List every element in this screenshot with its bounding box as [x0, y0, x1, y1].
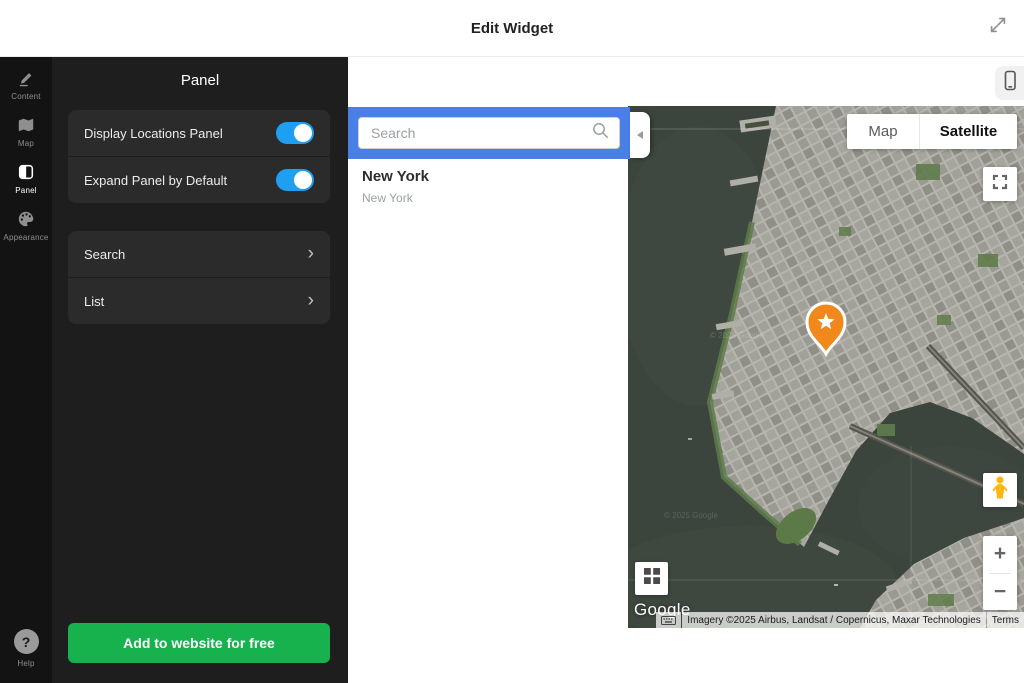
- chevron-right-icon: ›: [308, 291, 314, 310]
- location-marker[interactable]: [803, 301, 849, 359]
- zoom-in-button[interactable]: +: [983, 536, 1017, 573]
- expand-panel-by-default-toggle[interactable]: [276, 169, 314, 191]
- toggle-card: Display Locations Panel Expand Panel by …: [68, 110, 330, 203]
- location-title: New York: [362, 168, 429, 185]
- terms-link[interactable]: Terms: [987, 612, 1024, 628]
- map-type-switch: Map Satellite: [847, 114, 1017, 149]
- top-bar: Edit Widget: [0, 0, 1024, 57]
- location-list-item[interactable]: New York New York: [362, 168, 429, 205]
- search-icon: [592, 122, 609, 144]
- search-highlight-band: [348, 107, 630, 159]
- fullscreen-icon: [992, 174, 1008, 195]
- map-icon: [17, 116, 35, 134]
- map-watermark: © 2025 Google: [664, 511, 718, 520]
- map-view-button[interactable]: Map: [847, 114, 920, 149]
- panel-icon: [17, 163, 35, 181]
- icon-sidebar: Content Map Panel: [0, 57, 52, 683]
- imagery-credit: Imagery ©2025 Airbus, Landsat / Copernic…: [682, 612, 985, 628]
- diagonal-resize-icon: [987, 14, 1009, 41]
- sidebar-item-label: Appearance: [3, 233, 48, 242]
- keyboard-shortcuts-button[interactable]: [656, 612, 681, 628]
- collapse-panel-button[interactable]: [630, 112, 650, 158]
- question-mark-icon: ?: [14, 629, 39, 654]
- panel-settings-title: Panel: [52, 72, 348, 89]
- location-subtitle: New York: [362, 191, 429, 205]
- search-box[interactable]: [358, 117, 620, 149]
- link-label: Search: [84, 247, 125, 262]
- add-to-website-button[interactable]: Add to website for free: [68, 623, 330, 663]
- panel-settings: Panel Display Locations Panel Expand Pan…: [52, 57, 348, 683]
- toggle-label: Expand Panel by Default: [84, 173, 227, 188]
- zoom-control: + −: [983, 536, 1017, 610]
- map-canvas[interactable]: © 2025 Google © 2025 Google Map Satellit…: [628, 106, 1024, 628]
- search-settings-row[interactable]: Search ›: [68, 231, 330, 277]
- page-title: Edit Widget: [471, 20, 553, 37]
- chevron-right-icon: ›: [308, 244, 314, 263]
- palette-icon: [17, 210, 35, 228]
- triangle-left-icon: [637, 131, 643, 139]
- satellite-view-button[interactable]: Satellite: [920, 114, 1017, 149]
- list-settings-row[interactable]: List ›: [68, 277, 330, 324]
- sidebar-item-label: Map: [18, 139, 34, 148]
- pegman-icon: [991, 475, 1009, 506]
- map-watermark: © 2025 Google: [710, 331, 764, 340]
- sidebar-item-label: Content: [11, 92, 40, 101]
- display-locations-panel-toggle[interactable]: [276, 122, 314, 144]
- phone-icon: [1000, 69, 1020, 98]
- sidebar-item-appearance[interactable]: Appearance: [0, 202, 52, 249]
- display-locations-panel-row[interactable]: Display Locations Panel: [68, 110, 330, 156]
- expand-window-button[interactable]: [984, 13, 1012, 41]
- map-fullscreen-button[interactable]: [983, 167, 1017, 201]
- sidebar-item-label: Help: [17, 659, 34, 668]
- expand-panel-by-default-row[interactable]: Expand Panel by Default: [68, 156, 330, 203]
- mobile-preview-button[interactable]: [995, 66, 1024, 100]
- pencil-icon: [17, 69, 35, 87]
- grid-icon: [644, 568, 660, 589]
- toggle-label: Display Locations Panel: [84, 126, 223, 141]
- map-tiles-button[interactable]: [635, 562, 668, 595]
- keyboard-icon: [661, 616, 676, 625]
- sidebar-item-panel[interactable]: Panel: [0, 155, 52, 202]
- zoom-out-button[interactable]: −: [983, 574, 1017, 611]
- link-label: List: [84, 294, 104, 309]
- edit-widget-window: Edit Widget Content: [0, 0, 1024, 683]
- satellite-map-image: © 2025 Google © 2025 Google: [628, 106, 1024, 628]
- map-attribution: Imagery ©2025 Airbus, Landsat / Copernic…: [656, 612, 1024, 628]
- pegman-button[interactable]: [983, 473, 1017, 507]
- sidebar-item-map[interactable]: Map: [0, 108, 52, 155]
- search-input[interactable]: [369, 124, 592, 142]
- sidebar-item-help[interactable]: ? Help: [0, 621, 52, 675]
- sidebar-item-label: Panel: [15, 186, 36, 195]
- links-card: Search › List ›: [68, 231, 330, 324]
- sidebar-item-content[interactable]: Content: [0, 61, 52, 108]
